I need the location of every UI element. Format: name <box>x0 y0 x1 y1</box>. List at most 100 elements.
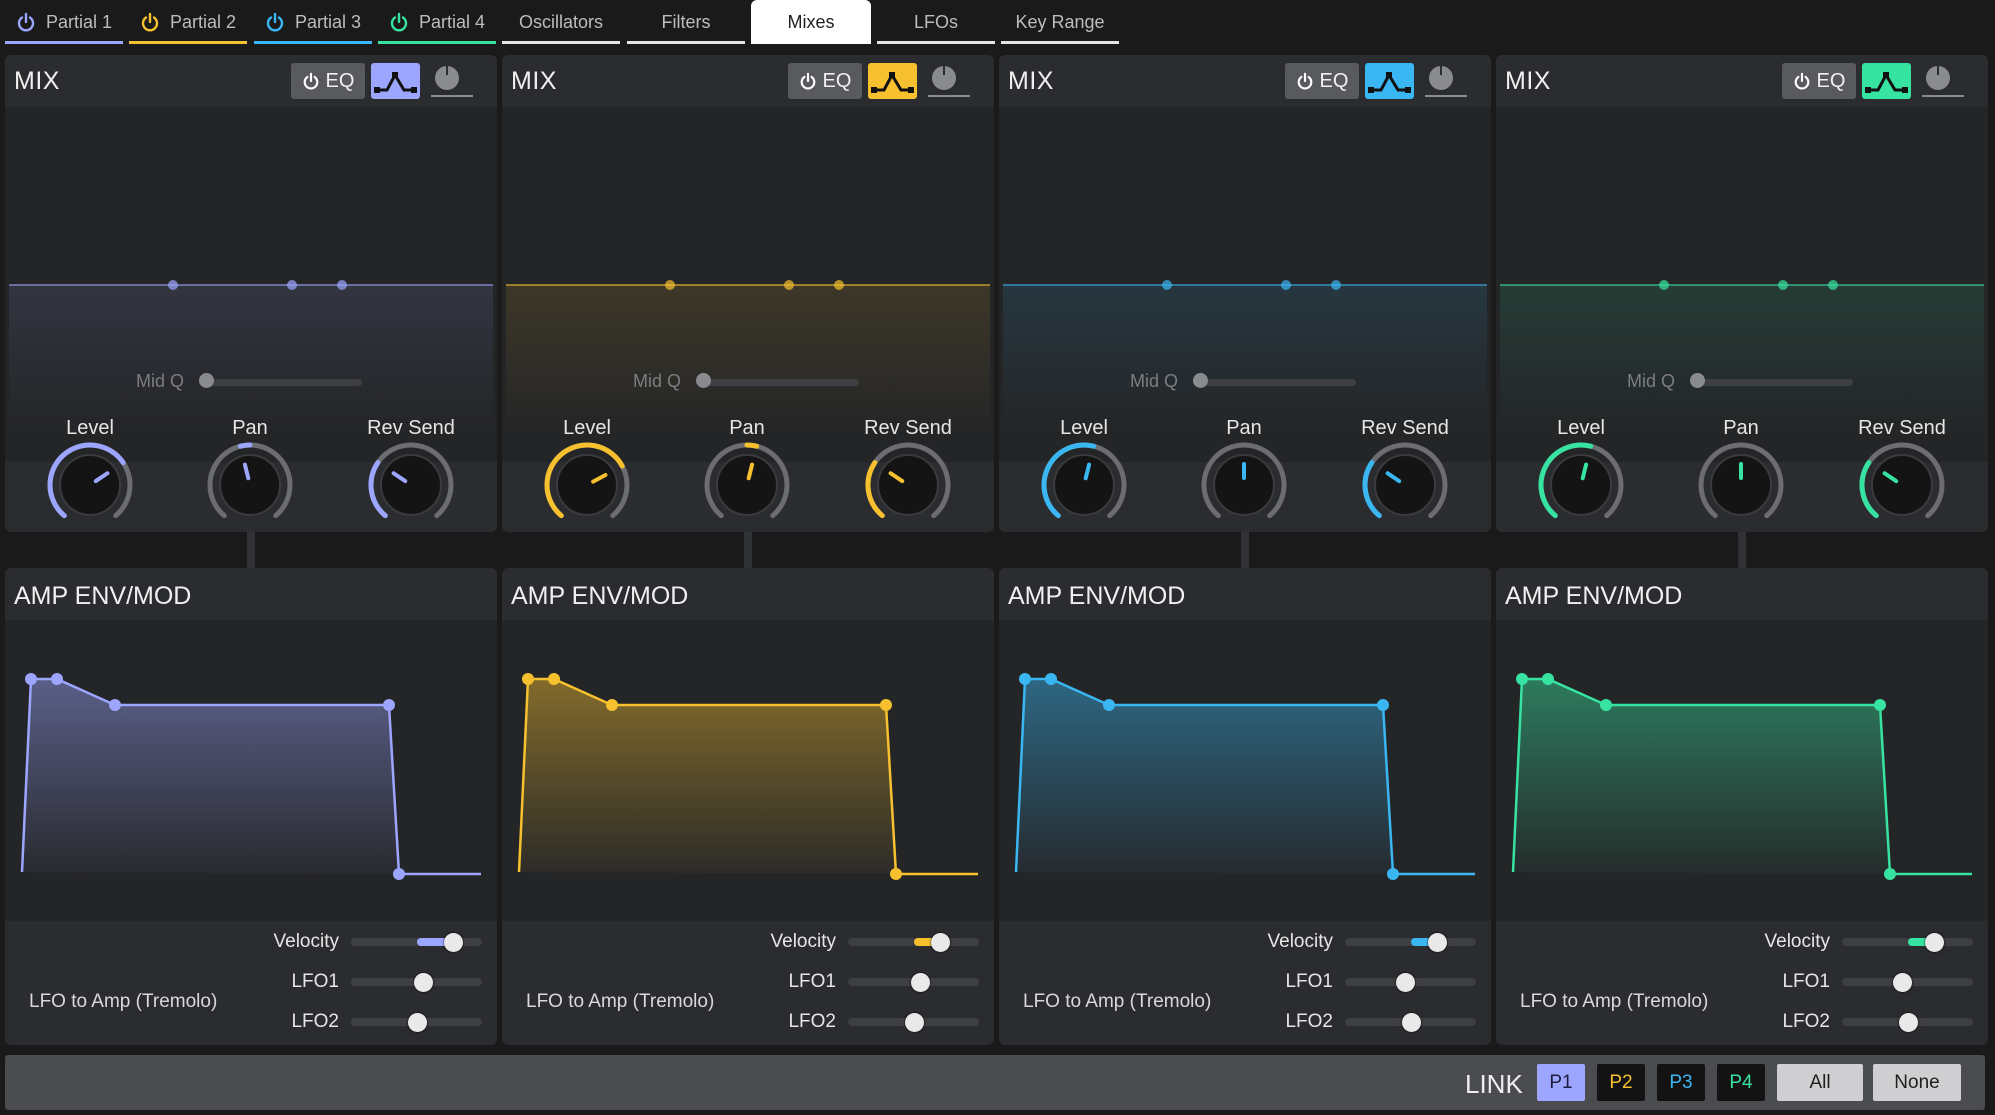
hold-node[interactable] <box>1542 673 1554 685</box>
tab-lfos[interactable]: LFOs <box>877 0 995 44</box>
knob-level[interactable] <box>1536 440 1626 532</box>
eq-high-node[interactable] <box>1331 280 1341 290</box>
eq-toggle-button[interactable]: EQ <box>1285 63 1359 99</box>
eq-high-node[interactable] <box>337 280 347 290</box>
eq-mode-button[interactable] <box>1365 63 1414 99</box>
link-p2-button[interactable]: P2 <box>1597 1064 1645 1101</box>
link-p4-button[interactable]: P4 <box>1717 1064 1765 1101</box>
tab-oscillators[interactable]: Oscillators <box>502 0 620 44</box>
eq-mode-button[interactable] <box>868 63 917 99</box>
knob-rev-send[interactable] <box>1857 440 1947 532</box>
hold-node[interactable] <box>1045 673 1057 685</box>
eq-low-node[interactable] <box>1162 280 1172 290</box>
release-node[interactable] <box>1884 868 1896 880</box>
knob-rev-send[interactable] <box>863 440 953 532</box>
eq-knob-button[interactable] <box>425 63 477 99</box>
eq-graph[interactable] <box>999 107 1491 462</box>
slider-thumb[interactable] <box>1924 933 1944 952</box>
eq-knob-button[interactable] <box>1916 63 1968 99</box>
envelope-graph[interactable] <box>1496 620 1988 921</box>
release-node[interactable] <box>1387 868 1399 880</box>
attack-node[interactable] <box>522 673 534 685</box>
decay-node[interactable] <box>109 699 121 711</box>
eq-low-node[interactable] <box>168 280 178 290</box>
mid-q-thumb[interactable] <box>199 373 214 388</box>
knob-pan[interactable] <box>702 440 792 532</box>
eq-mode-button[interactable] <box>1862 63 1911 99</box>
decay-node[interactable] <box>1103 699 1115 711</box>
attack-node[interactable] <box>1019 673 1031 685</box>
eq-mode-button[interactable] <box>371 63 420 99</box>
tab-filters[interactable]: Filters <box>627 0 745 44</box>
slider-thumb[interactable] <box>904 1013 924 1032</box>
mid-q-slider[interactable] <box>1200 379 1356 386</box>
eq-low-node[interactable] <box>665 280 675 290</box>
mid-q-slider[interactable] <box>703 379 859 386</box>
sustain-node[interactable] <box>383 699 395 711</box>
slider-thumb[interactable] <box>414 973 434 992</box>
eq-graph[interactable] <box>5 107 497 462</box>
envelope-graph[interactable] <box>5 620 497 921</box>
tab-partial-3[interactable]: Partial 3 <box>254 0 372 44</box>
envelope-graph[interactable] <box>999 620 1491 921</box>
eq-high-node[interactable] <box>1828 280 1838 290</box>
knob-pan[interactable] <box>1199 440 1289 532</box>
link-p3-button[interactable]: P3 <box>1657 1064 1705 1101</box>
eq-knob-button[interactable] <box>922 63 974 99</box>
sustain-node[interactable] <box>1377 699 1389 711</box>
mid-q-slider[interactable] <box>206 379 362 386</box>
slider-thumb[interactable] <box>1401 1013 1421 1032</box>
decay-node[interactable] <box>1600 699 1612 711</box>
slider-thumb[interactable] <box>1898 1013 1918 1032</box>
envelope-graph[interactable] <box>502 620 994 921</box>
mid-q-thumb[interactable] <box>696 373 711 388</box>
eq-mid-node[interactable] <box>287 280 297 290</box>
tab-partial-4[interactable]: Partial 4 <box>378 0 496 44</box>
tab-mixes[interactable]: Mixes <box>751 0 871 44</box>
eq-knob-button[interactable] <box>1419 63 1471 99</box>
link-p1-button[interactable]: P1 <box>1537 1064 1585 1101</box>
mid-q-slider[interactable] <box>1697 379 1853 386</box>
hold-node[interactable] <box>548 673 560 685</box>
slider-thumb[interactable] <box>1427 933 1447 952</box>
knob-pan[interactable] <box>205 440 295 532</box>
decay-node[interactable] <box>606 699 618 711</box>
sustain-node[interactable] <box>880 699 892 711</box>
slider-thumb[interactable] <box>930 933 950 952</box>
attack-node[interactable] <box>25 673 37 685</box>
tab-partial-1[interactable]: Partial 1 <box>5 0 123 44</box>
release-node[interactable] <box>393 868 405 880</box>
slider-thumb[interactable] <box>407 1013 427 1032</box>
sustain-node[interactable] <box>1874 699 1886 711</box>
link-all-button[interactable]: All <box>1777 1064 1863 1101</box>
hold-node[interactable] <box>51 673 63 685</box>
mid-q-thumb[interactable] <box>1690 373 1705 388</box>
eq-toggle-button[interactable]: EQ <box>788 63 862 99</box>
knob-level[interactable] <box>1039 440 1129 532</box>
knob-rev-send[interactable] <box>366 440 456 532</box>
eq-toggle-button[interactable]: EQ <box>291 63 365 99</box>
slider-thumb[interactable] <box>444 933 464 952</box>
eq-mid-node[interactable] <box>784 280 794 290</box>
tremolo-label: LFO to Amp (Tremolo) <box>29 991 218 1012</box>
knob-rev-send[interactable] <box>1360 440 1450 532</box>
eq-graph[interactable] <box>502 107 994 462</box>
tab-partial-2[interactable]: Partial 2 <box>129 0 247 44</box>
link-none-button[interactable]: None <box>1873 1064 1961 1101</box>
eq-low-node[interactable] <box>1659 280 1669 290</box>
knob-pan[interactable] <box>1696 440 1786 532</box>
attack-node[interactable] <box>1516 673 1528 685</box>
eq-mid-node[interactable] <box>1778 280 1788 290</box>
eq-toggle-button[interactable]: EQ <box>1782 63 1856 99</box>
tab-key-range[interactable]: Key Range <box>1001 0 1119 44</box>
release-node[interactable] <box>890 868 902 880</box>
slider-thumb[interactable] <box>1396 973 1416 992</box>
mid-q-thumb[interactable] <box>1193 373 1208 388</box>
slider-thumb[interactable] <box>911 973 931 992</box>
knob-level[interactable] <box>45 440 135 532</box>
eq-graph[interactable] <box>1496 107 1988 462</box>
eq-mid-node[interactable] <box>1281 280 1291 290</box>
eq-high-node[interactable] <box>834 280 844 290</box>
knob-level[interactable] <box>542 440 632 532</box>
slider-thumb[interactable] <box>1893 973 1913 992</box>
